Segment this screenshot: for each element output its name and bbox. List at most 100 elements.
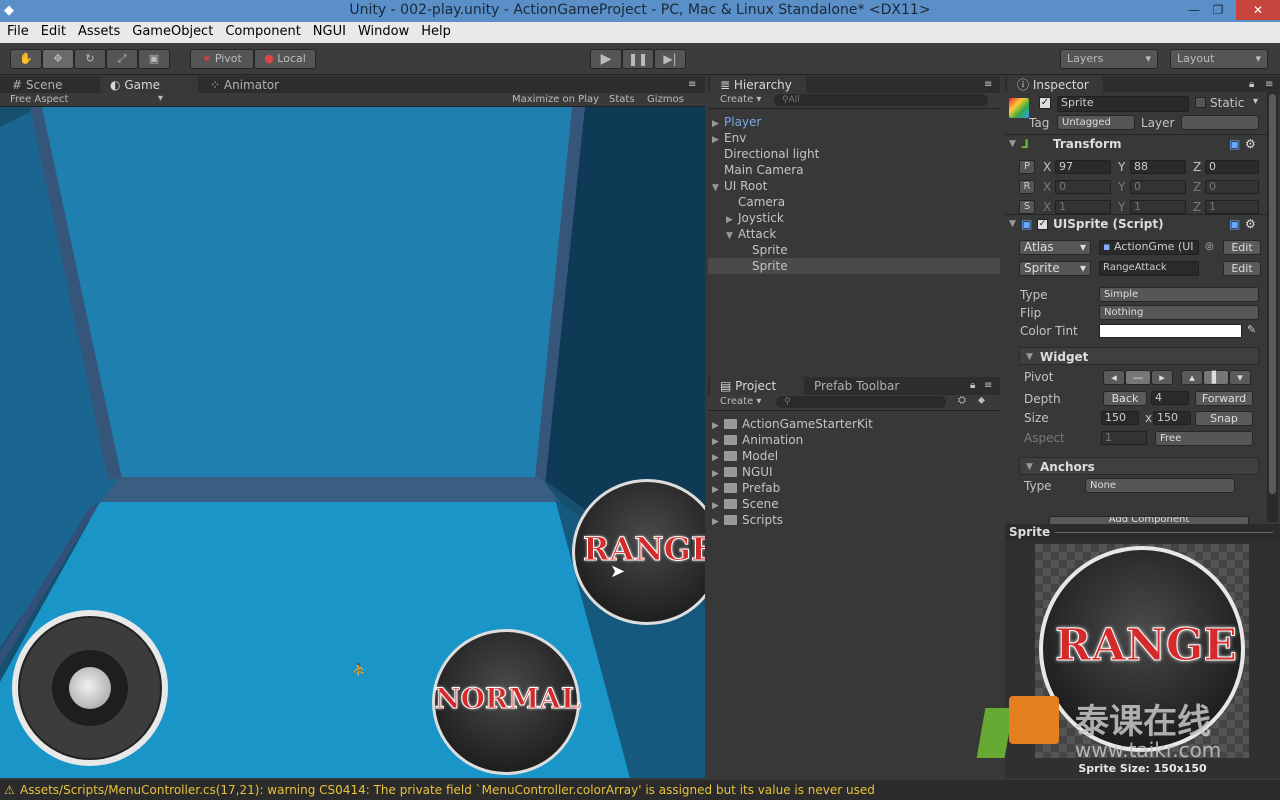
pivot-toggle[interactable]: ⁕ Pivot: [190, 49, 254, 69]
tab-hierarchy[interactable]: ≣ Hierarchy: [710, 76, 806, 94]
joystick-knob[interactable]: [69, 667, 111, 709]
hierarchy-item[interactable]: ▶ Player: [708, 114, 1000, 130]
rect-tool-icon[interactable]: ▣: [138, 49, 170, 69]
type-dropdown[interactable]: Simple: [1099, 287, 1259, 302]
pane-menu-icon[interactable]: ≡: [1265, 79, 1273, 90]
position-reset-button[interactable]: P: [1019, 160, 1035, 174]
aspect-mode-dropdown[interactable]: Free: [1155, 431, 1253, 446]
filter-label-icon[interactable]: ⬥: [978, 395, 985, 406]
gear-icon[interactable]: ⚙: [1245, 215, 1256, 233]
project-folder-item[interactable]: ▶ NGUI: [708, 464, 1000, 480]
static-checkbox[interactable]: [1195, 97, 1206, 108]
project-folder-item[interactable]: ▶ Scene: [708, 496, 1000, 512]
menu-window[interactable]: Window: [351, 22, 414, 39]
hierarchy-item[interactable]: Directional light: [708, 146, 1000, 162]
hierarchy-create-dropdown[interactable]: Create ▾: [720, 94, 761, 105]
depth-field[interactable]: 4: [1151, 391, 1189, 405]
gear-icon[interactable]: ⚙: [1245, 135, 1256, 153]
atlas-field[interactable]: ▪ ActionGme (UI: [1099, 240, 1199, 255]
move-tool-icon[interactable]: ✥: [42, 49, 74, 69]
hierarchy-item[interactable]: ▼ Attack: [708, 226, 1000, 242]
scale-x-field[interactable]: 1: [1055, 200, 1111, 214]
snap-button[interactable]: Snap: [1195, 411, 1253, 426]
expand-triangle-icon[interactable]: ▶: [712, 514, 724, 530]
gizmos-dropdown[interactable]: Gizmos: [647, 94, 684, 105]
project-create-dropdown[interactable]: Create ▾: [720, 396, 761, 407]
pivot-top-button[interactable]: ▴: [1181, 370, 1203, 385]
scale-z-field[interactable]: 1: [1205, 200, 1259, 214]
rotation-x-field[interactable]: 0: [1055, 180, 1111, 194]
size-height-field[interactable]: 150: [1153, 411, 1191, 425]
menu-component[interactable]: Component: [218, 22, 305, 39]
menu-ngui[interactable]: NGUI: [306, 22, 351, 39]
component-enabled-checkbox[interactable]: ✓: [1037, 219, 1048, 230]
layer-dropdown[interactable]: [1181, 115, 1259, 130]
hierarchy-search-input[interactable]: ⚲All: [774, 94, 988, 106]
maximize-button[interactable]: ❐: [1204, 0, 1232, 20]
layers-dropdown[interactable]: Layers ▾: [1060, 49, 1158, 69]
pane-menu-icon[interactable]: ≡: [984, 79, 992, 90]
lock-icon[interactable]: 🔒︎: [1249, 79, 1254, 90]
pane-menu-icon[interactable]: ≡: [984, 380, 992, 391]
object-name-field[interactable]: Sprite: [1057, 96, 1189, 112]
chevron-down-icon[interactable]: ▾: [1253, 96, 1258, 107]
scale-y-field[interactable]: 1: [1130, 200, 1186, 214]
rotation-z-field[interactable]: 0: [1205, 180, 1259, 194]
hierarchy-item[interactable]: ▼ UI Root: [708, 178, 1000, 194]
tab-project[interactable]: ▤ Project: [710, 377, 804, 395]
depth-back-button[interactable]: Back: [1103, 391, 1147, 406]
object-picker-icon[interactable]: ◎: [1205, 241, 1214, 252]
status-bar[interactable]: ⚠ Assets/Scripts/MenuController.cs(17,21…: [0, 780, 1280, 800]
tab-animator[interactable]: ⁘ Animator: [200, 76, 289, 94]
project-folder-item[interactable]: ▶ Prefab: [708, 480, 1000, 496]
anchor-type-dropdown[interactable]: None: [1085, 478, 1235, 493]
hierarchy-item[interactable]: ▶ Joystick: [708, 210, 1000, 226]
menu-file[interactable]: File: [0, 22, 34, 39]
rotate-tool-icon[interactable]: ↻: [74, 49, 106, 69]
rotation-y-field[interactable]: 0: [1130, 180, 1186, 194]
menu-assets[interactable]: Assets: [71, 22, 125, 39]
project-folder-item[interactable]: ▶ Scripts: [708, 512, 1000, 528]
anchors-header[interactable]: ▼ Anchors: [1019, 457, 1259, 475]
color-tint-swatch[interactable]: [1099, 324, 1242, 338]
tab-game[interactable]: ◐ Game: [100, 76, 198, 94]
scale-reset-button[interactable]: S: [1019, 200, 1035, 214]
close-button[interactable]: ✕: [1236, 0, 1280, 20]
transform-header[interactable]: ▼ ⅃ Transform ▣ ⚙: [1005, 134, 1267, 152]
local-toggle[interactable]: ● Local: [254, 49, 316, 69]
pivot-middle-button[interactable]: ▌: [1203, 370, 1229, 385]
flip-dropdown[interactable]: Nothing: [1099, 305, 1259, 320]
normal-attack-button[interactable]: NORMAL: [432, 629, 581, 775]
menu-help[interactable]: Help: [414, 22, 456, 39]
hierarchy-item[interactable]: Sprite: [708, 258, 1000, 274]
depth-forward-button[interactable]: Forward: [1195, 391, 1253, 406]
layout-dropdown[interactable]: Layout ▾: [1170, 49, 1268, 69]
hierarchy-item[interactable]: ▶ Env: [708, 130, 1000, 146]
position-x-field[interactable]: 97: [1055, 160, 1111, 174]
pivot-left-button[interactable]: ◂: [1103, 370, 1125, 385]
atlas-dropdown[interactable]: Atlas ▾: [1019, 240, 1091, 255]
project-folder-item[interactable]: ▶ ActionGameStarterKit: [708, 416, 1000, 432]
lock-icon[interactable]: 🔒︎: [970, 380, 975, 391]
atlas-edit-button[interactable]: Edit: [1223, 240, 1261, 255]
stats-toggle[interactable]: Stats: [609, 94, 635, 105]
hierarchy-item[interactable]: Sprite: [708, 242, 1000, 258]
widget-header[interactable]: ▼ Widget: [1019, 347, 1259, 365]
pivot-right-button[interactable]: ▸: [1151, 370, 1173, 385]
menu-edit[interactable]: Edit: [34, 22, 71, 39]
pivot-bottom-button[interactable]: ▾: [1229, 370, 1251, 385]
position-y-field[interactable]: 88: [1130, 160, 1186, 174]
hierarchy-item[interactable]: Camera: [708, 194, 1000, 210]
game-view[interactable]: RANGE ➤ NORMAL ⛹: [0, 107, 705, 778]
maximize-on-play-toggle[interactable]: Maximize on Play: [512, 94, 599, 105]
project-folder-item[interactable]: ▶ Animation: [708, 432, 1000, 448]
eyedropper-icon[interactable]: ✎: [1247, 323, 1256, 336]
project-search-input[interactable]: ⚲: [776, 396, 946, 408]
active-checkbox[interactable]: ✓: [1039, 97, 1051, 109]
tab-scene[interactable]: # Scene: [2, 76, 72, 94]
pause-button[interactable]: ❚❚: [622, 49, 654, 69]
pivot-center-button[interactable]: —: [1125, 370, 1151, 385]
hand-tool-icon[interactable]: ✋: [10, 49, 42, 69]
inspector-scrollbar[interactable]: [1267, 92, 1278, 522]
project-folder-item[interactable]: ▶ Model: [708, 448, 1000, 464]
